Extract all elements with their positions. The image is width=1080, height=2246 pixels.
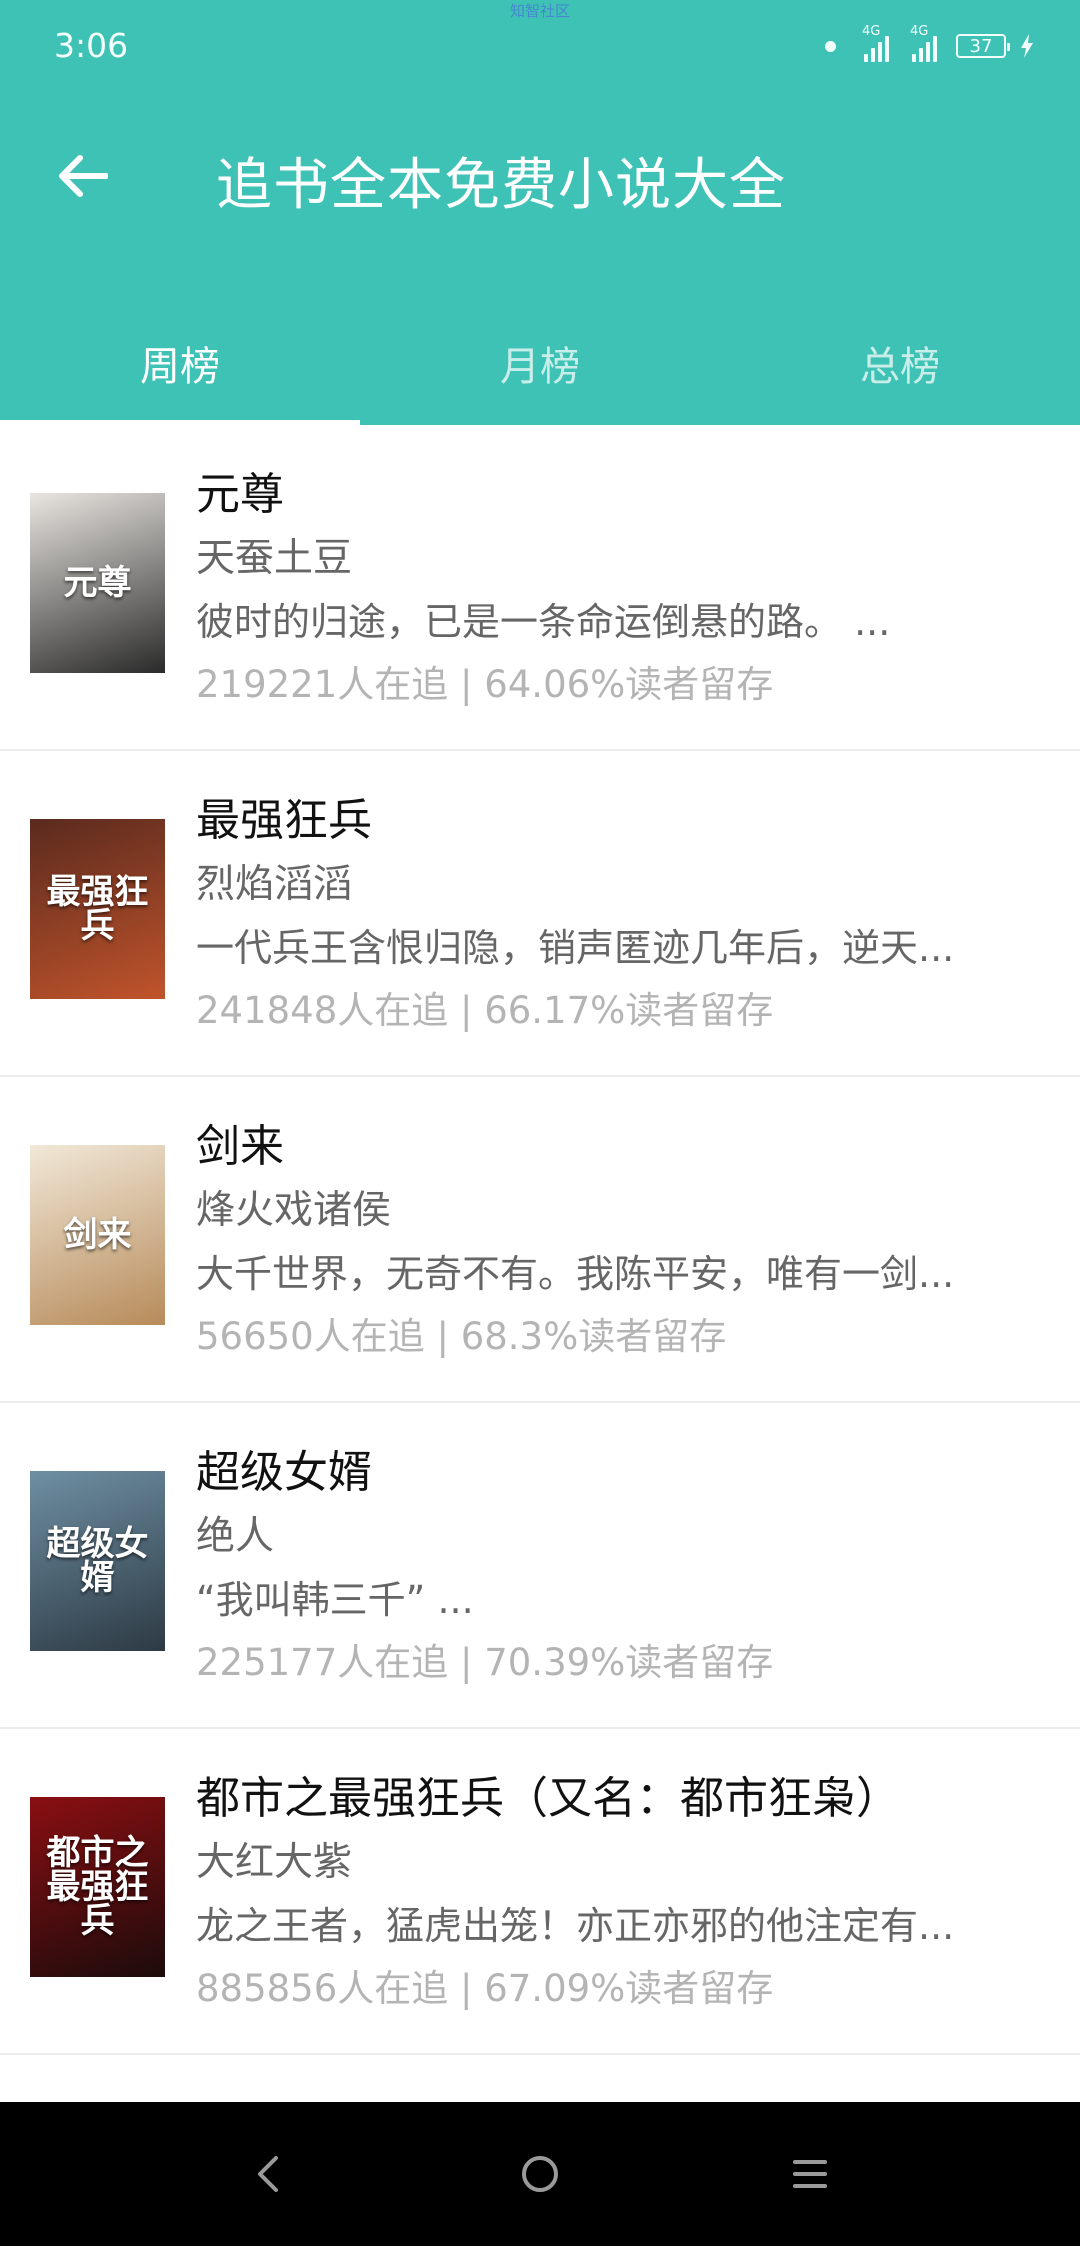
tab-label: 周榜 [140,343,220,390]
cover-text: 最强狂兵 [46,872,149,946]
book-title: 元尊 [196,469,284,520]
cover-text: 超级女婿 [46,1524,149,1598]
book-list: 元尊 元尊 天蚕土豆 彼时的归途，已是一条命运倒悬的路。 ... 219221人… [0,425,1080,2055]
status-time: 3:06 [54,26,129,65]
nav-back-button[interactable] [244,2150,292,2198]
back-button[interactable] [52,148,112,204]
tab-label: 总榜 [860,343,940,390]
signal-label: 4G [862,24,881,39]
signal-icon: 4G [908,24,942,62]
book-description: 大千世界，无奇不有。我陈平安，唯有一剑... [196,1252,955,1296]
book-item[interactable]: 超级女婿 超级女婿 绝人 “我叫韩三千” ... 225177人在追 | 70.… [0,1403,1080,1729]
book-description: “我叫韩三千” ... [196,1578,474,1622]
menu-icon [793,2160,827,2188]
book-stats: 56650人在追 | 68.3%读者留存 [196,1315,727,1358]
watermark: 知智社区 [509,2,570,20]
book-item[interactable]: 最强狂兵 最强狂兵 烈焰滔滔 一代兵王含恨归隐，销声匿迹几年后，逆天... 24… [0,751,1080,1077]
book-description: 彼时的归途，已是一条命运倒悬的路。 ... [196,600,891,644]
book-stats: 225177人在追 | 70.39%读者留存 [196,1641,774,1684]
app-bar: 知智社区 3:06 4G 4G 37 追书全本免费小说大全 周榜 月榜 总榜 [0,0,1080,425]
charging-icon [1021,34,1033,58]
tab-total[interactable]: 总榜 [720,300,1080,425]
book-item[interactable]: 都市之最强狂兵 都市之最强狂兵（又名：都市狂枭） 大红大紫 龙之王者，猛虎出笼！… [0,1729,1080,2055]
tab-monthly[interactable]: 月榜 [360,300,720,425]
tab-label: 月榜 [500,343,580,390]
book-item[interactable]: 元尊 元尊 天蚕土豆 彼时的归途，已是一条命运倒悬的路。 ... 219221人… [0,425,1080,751]
book-cover: 最强狂兵 [30,819,165,999]
tab-bar: 周榜 月榜 总榜 [0,300,1080,425]
chevron-left-icon [258,2156,278,2192]
book-cover: 元尊 [30,493,165,673]
book-cover: 剑来 [30,1145,165,1325]
page-title: 追书全本免费小说大全 [216,153,786,218]
book-author: 绝人 [196,1514,275,1559]
nav-menu-button[interactable] [786,2150,834,2198]
arrow-left-icon [59,155,108,197]
notification-dot-icon [825,40,836,52]
cover-text: 剑来 [63,1215,132,1255]
book-author: 烽火戏诸侯 [196,1188,392,1233]
book-title: 超级女婿 [196,1447,372,1498]
book-title: 最强狂兵 [196,795,372,846]
book-item[interactable]: 剑来 剑来 烽火戏诸侯 大千世界，无奇不有。我陈平安，唯有一剑... 56650… [0,1077,1080,1403]
cover-text: 都市之最强狂兵 [46,1833,149,1941]
battery-icon: 37 [956,34,1010,58]
battery-level: 37 [969,35,993,57]
signal-icon: 4G [860,24,894,62]
book-cover: 超级女婿 [30,1471,165,1651]
cover-text: 元尊 [63,563,132,603]
book-description: 龙之王者，猛虎出笼！亦正亦邪的他注定有... [196,1904,955,1948]
book-title: 剑来 [196,1121,284,1172]
book-stats: 885856人在追 | 67.09%读者留存 [196,1967,774,2010]
status-icons: 4G 4G 37 [825,24,1034,64]
system-navigation-bar [0,2102,1080,2246]
book-stats: 241848人在追 | 66.17%读者留存 [196,989,774,1032]
nav-home-button[interactable] [516,2150,564,2198]
book-description: 一代兵王含恨归隐，销声匿迹几年后，逆天... [196,926,955,970]
book-author: 大红大紫 [196,1840,353,1885]
tab-weekly[interactable]: 周榜 [0,300,360,425]
circle-home-icon [522,2156,558,2192]
book-stats: 219221人在追 | 64.06%读者留存 [196,663,774,706]
book-author: 烈焰滔滔 [196,862,353,907]
signal-label: 4G [910,24,929,39]
book-title: 都市之最强狂兵（又名：都市狂枭） [196,1773,900,1824]
book-author: 天蚕土豆 [196,536,353,581]
book-cover: 都市之最强狂兵 [30,1797,165,1977]
